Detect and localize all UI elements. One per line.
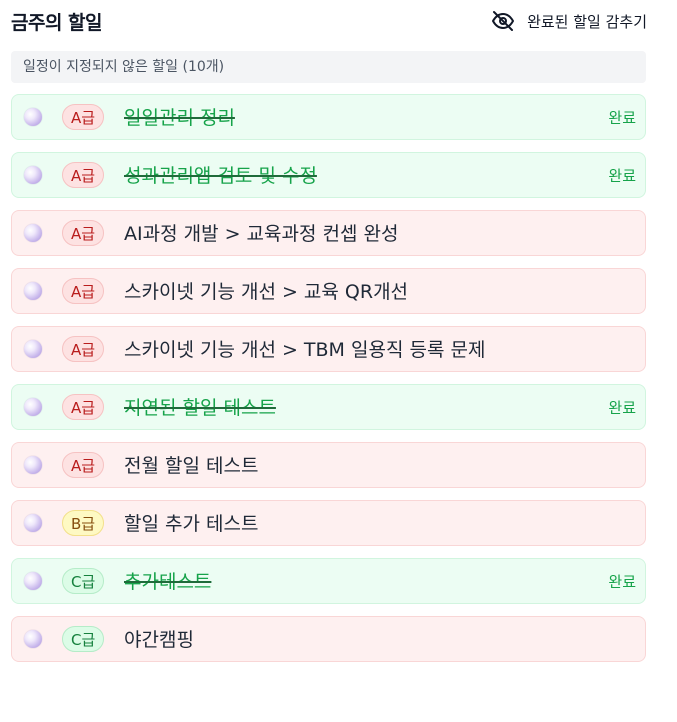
grade-badge: A급 <box>62 452 105 478</box>
task-toggle-circle-icon[interactable] <box>24 282 42 300</box>
completed-status-label: 완료 <box>608 109 636 127</box>
task-item[interactable]: C급 야간캠핑 <box>11 616 646 662</box>
unscheduled-section-header: 일정이 지정되지 않은 할일 (10개) <box>11 51 646 83</box>
grade-badge: A급 <box>62 278 105 304</box>
task-item[interactable]: A급 지연된 할일 테스트 완료 <box>11 384 646 430</box>
task-item[interactable]: C급 추가테스트 완료 <box>11 558 646 604</box>
completed-status-label: 완료 <box>608 167 636 185</box>
task-toggle-circle-icon[interactable] <box>24 340 42 358</box>
task-toggle-circle-icon[interactable] <box>24 166 42 184</box>
task-title: 성과관리앱 검토 및 수정 <box>124 165 317 187</box>
task-title: 전월 할일 테스트 <box>124 455 259 477</box>
task-item[interactable]: A급 전월 할일 테스트 <box>11 442 646 488</box>
completed-status-label: 완료 <box>608 573 636 591</box>
task-title: 일일관리 정리 <box>124 107 235 129</box>
task-title: 할일 추가 테스트 <box>124 513 259 535</box>
grade-badge: A급 <box>62 162 105 188</box>
task-toggle-circle-icon[interactable] <box>24 398 42 416</box>
task-item[interactable]: A급 AI과정 개발 > 교육과정 컨셉 완성 <box>11 210 646 256</box>
task-toggle-circle-icon[interactable] <box>24 572 42 590</box>
grade-badge: A급 <box>62 336 105 362</box>
completed-status-label: 완료 <box>608 399 636 417</box>
grade-badge: C급 <box>62 626 105 652</box>
weekly-todo-panel: 금주의 할일 완료된 할일 감추기 일정이 지정되지 않은 할일 (10개) A… <box>0 0 677 722</box>
grade-badge: A급 <box>62 220 105 246</box>
panel-header: 금주의 할일 완료된 할일 감추기 <box>11 6 647 36</box>
grade-badge: B급 <box>62 510 105 536</box>
grade-badge: C급 <box>62 568 105 594</box>
hide-completed-label: 완료된 할일 감추기 <box>527 12 647 31</box>
hide-completed-toggle[interactable]: 완료된 할일 감추기 <box>491 9 647 33</box>
task-toggle-circle-icon[interactable] <box>24 514 42 532</box>
task-item[interactable]: A급 성과관리앱 검토 및 수정 완료 <box>11 152 646 198</box>
task-title: 스카이넷 기능 개선 > 교육 QR개선 <box>124 281 409 303</box>
task-toggle-circle-icon[interactable] <box>24 224 42 242</box>
task-title: AI과정 개발 > 교육과정 컨셉 완성 <box>124 223 399 245</box>
task-item[interactable]: A급 일일관리 정리 완료 <box>11 94 646 140</box>
task-title: 지연된 할일 테스트 <box>124 397 276 419</box>
task-title: 추가테스트 <box>124 571 212 593</box>
grade-badge: A급 <box>62 104 105 130</box>
task-title: 야간캠핑 <box>124 629 194 651</box>
task-toggle-circle-icon[interactable] <box>24 108 42 126</box>
task-item[interactable]: B급 할일 추가 테스트 <box>11 500 646 546</box>
task-toggle-circle-icon[interactable] <box>24 630 42 648</box>
page-title: 금주의 할일 <box>11 12 103 34</box>
task-item[interactable]: A급 스카이넷 기능 개선 > TBM 일용직 등록 문제 <box>11 326 646 372</box>
grade-badge: A급 <box>62 394 105 420</box>
task-list: A급 일일관리 정리 완료 A급 성과관리앱 검토 및 수정 완료 A급 AI과정 개발 > … <box>11 94 646 674</box>
task-item[interactable]: A급 스카이넷 기능 개선 > 교육 QR개선 <box>11 268 646 314</box>
eye-off-icon <box>492 11 515 31</box>
task-toggle-circle-icon[interactable] <box>24 456 42 474</box>
task-title: 스카이넷 기능 개선 > TBM 일용직 등록 문제 <box>124 339 486 361</box>
